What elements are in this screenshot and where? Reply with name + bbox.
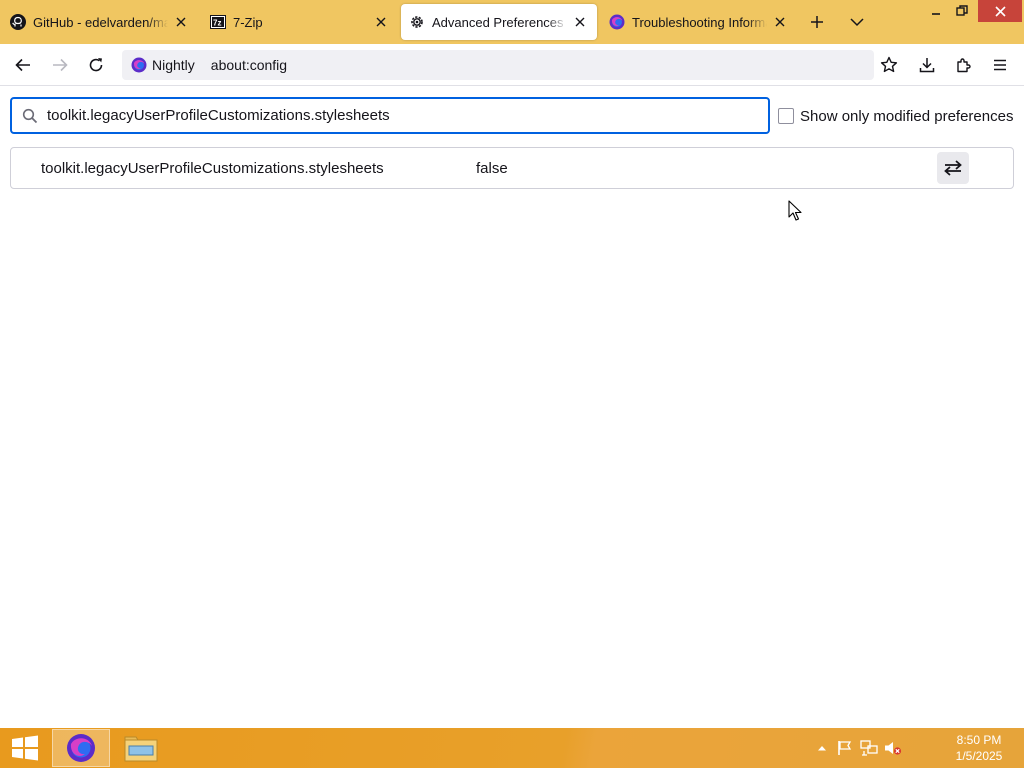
toggle-arrows-icon <box>944 160 962 176</box>
nightly-logo-icon <box>131 57 147 73</box>
taskbar-firefox-nightly[interactable] <box>52 729 110 767</box>
list-all-tabs-button[interactable] <box>843 8 871 36</box>
restore-button[interactable] <box>944 0 980 22</box>
back-button[interactable] <box>8 50 38 80</box>
bookmark-star-button[interactable] <box>874 50 904 80</box>
downloads-button[interactable] <box>912 50 942 80</box>
gear-icon <box>409 14 425 30</box>
windows-logo-icon <box>12 735 38 761</box>
mouse-cursor-icon <box>788 200 802 221</box>
close-window-button[interactable] <box>978 0 1022 22</box>
identity-label: Nightly <box>152 57 195 73</box>
folder-icon <box>124 736 158 762</box>
url-bar[interactable]: Nightly about:config <box>122 50 874 80</box>
pref-name: toolkit.legacyUserProfileCustomizations.… <box>41 160 384 177</box>
svg-text:7z: 7z <box>213 19 221 28</box>
show-hidden-icons-button[interactable] <box>813 740 831 756</box>
taskbar: 8:50 PM 1/5/2025 <box>0 728 1024 768</box>
network-icon <box>860 740 878 756</box>
search-icon <box>22 108 38 123</box>
identity-box[interactable]: Nightly <box>125 53 201 77</box>
taskbar-file-explorer[interactable] <box>112 729 170 767</box>
star-icon <box>880 56 898 73</box>
tab-github[interactable]: GitHub - edelvarden/material-fox-updated <box>2 4 198 40</box>
pref-search-box[interactable] <box>10 97 770 134</box>
url-text[interactable]: about:config <box>211 57 287 73</box>
minimize-icon <box>932 13 940 15</box>
speaker-muted-icon <box>885 742 902 755</box>
app-menu-button[interactable] <box>985 50 1015 80</box>
action-center-icon[interactable] <box>836 740 854 756</box>
tab-title: Troubleshooting Information <box>632 14 767 30</box>
extensions-button[interactable] <box>949 50 979 80</box>
reload-icon <box>89 58 103 72</box>
tab-title: 7-Zip <box>233 14 263 30</box>
puzzle-icon <box>957 58 971 73</box>
tab-title: GitHub - edelvarden/material-fox-updated <box>33 14 168 30</box>
tab-title: Advanced Preferences <box>432 14 564 30</box>
download-icon <box>919 58 935 73</box>
nightly-app-icon <box>67 734 95 762</box>
show-modified-label[interactable]: Show only modified preferences <box>800 108 1013 125</box>
volume-icon[interactable] <box>884 740 902 756</box>
toggle-button[interactable] <box>937 152 969 184</box>
start-button[interactable] <box>8 733 42 763</box>
close-icon[interactable] <box>172 13 190 31</box>
clock-date: 1/5/2025 <box>955 749 1003 763</box>
github-icon <box>10 14 26 30</box>
close-icon <box>994 5 1006 17</box>
7zip-icon: 7z <box>210 14 226 30</box>
tab-strip: GitHub - edelvarden/material-fox-updated… <box>0 0 1024 44</box>
taskbar-clock[interactable]: 8:50 PM 1/5/2025 <box>944 732 1014 764</box>
tab-advanced-preferences[interactable]: Advanced Preferences <box>401 4 597 40</box>
restore-icon <box>956 5 968 16</box>
close-icon[interactable] <box>771 13 789 31</box>
forward-button[interactable] <box>45 50 75 80</box>
reload-button[interactable] <box>81 50 111 80</box>
close-icon[interactable] <box>571 13 589 31</box>
plus-icon <box>811 16 823 28</box>
arrow-right-icon <box>53 58 68 72</box>
hamburger-menu-icon <box>994 59 1006 71</box>
close-icon[interactable] <box>372 13 390 31</box>
chevron-down-icon <box>850 18 864 27</box>
nightly-icon <box>609 14 625 30</box>
navigation-toolbar: Nightly about:config <box>0 44 1024 86</box>
new-tab-button[interactable] <box>803 8 831 36</box>
tab-7zip[interactable]: 7z 7-Zip <box>202 4 398 40</box>
pref-value: false <box>476 160 508 177</box>
pref-search-input[interactable] <box>47 107 747 124</box>
arrow-left-icon <box>15 58 30 72</box>
network-icon[interactable] <box>860 740 878 756</box>
clock-time: 8:50 PM <box>956 733 1002 747</box>
tab-troubleshooting[interactable]: Troubleshooting Information <box>601 4 797 40</box>
show-modified-toggle[interactable]: Show only modified preferences <box>778 106 1013 126</box>
chevron-up-icon <box>818 746 826 751</box>
show-modified-checkbox[interactable] <box>778 108 794 124</box>
pref-row[interactable]: toolkit.legacyUserProfileCustomizations.… <box>10 147 1014 189</box>
flag-icon <box>838 741 852 755</box>
